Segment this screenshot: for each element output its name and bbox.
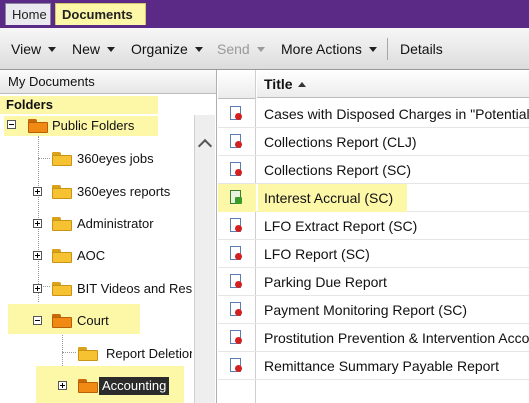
title-column-header[interactable]: Title bbox=[257, 70, 529, 98]
collapse-icon[interactable] bbox=[7, 120, 16, 129]
tree-node-report-deletion[interactable]: Report Deletion bbox=[0, 343, 192, 365]
document-list: Title Cases with Disposed Charges in "Po… bbox=[218, 70, 529, 403]
tree-node-label: Report Deletion bbox=[106, 346, 192, 361]
report-icon bbox=[230, 106, 243, 121]
toolbar-divider bbox=[387, 38, 388, 60]
chevron-down-icon bbox=[368, 47, 377, 52]
tree-node-label: Public Folders bbox=[52, 118, 135, 133]
document-row[interactable]: Collections Report (CLJ) bbox=[218, 128, 529, 156]
document-row[interactable]: LFO Extract Report (SC) bbox=[218, 212, 529, 240]
folder-icon bbox=[52, 217, 72, 231]
folders-header[interactable]: Folders bbox=[0, 96, 158, 114]
expand-icon[interactable] bbox=[33, 251, 42, 260]
tab-home[interactable]: Home bbox=[5, 3, 51, 25]
document-title[interactable]: Collections Report (CLJ) bbox=[264, 128, 417, 156]
document-title[interactable]: Cases with Disposed Charges in "Potentia… bbox=[264, 100, 529, 128]
report-icon bbox=[230, 162, 243, 177]
chevron-down-icon bbox=[256, 47, 265, 52]
report-icon bbox=[230, 302, 243, 317]
document-title[interactable]: Interest Accrual (SC) bbox=[258, 184, 408, 212]
folder-icon bbox=[52, 185, 72, 199]
scroll-up-icon[interactable] bbox=[198, 137, 210, 147]
tree-node-360eyes-jobs[interactable]: 360eyes jobs bbox=[0, 148, 192, 170]
folder-open-icon bbox=[78, 379, 98, 393]
new-label: New bbox=[72, 41, 101, 57]
tree-scrollbar[interactable] bbox=[194, 115, 215, 403]
folder-icon bbox=[78, 347, 98, 361]
report-icon bbox=[230, 190, 243, 205]
document-row[interactable]: Interest Accrual (SC) bbox=[218, 184, 529, 212]
title-header-label: Title bbox=[264, 76, 293, 92]
chevron-down-icon bbox=[107, 47, 116, 52]
document-row[interactable]: Collections Report (SC) bbox=[218, 156, 529, 184]
tree-node-accounting[interactable]: Accounting bbox=[0, 375, 192, 397]
tab-bar: Home Documents bbox=[0, 0, 529, 28]
expand-icon[interactable] bbox=[58, 381, 67, 390]
tree-node-label: AOC bbox=[77, 248, 106, 263]
document-title[interactable]: Remittance Summary Payable Report bbox=[264, 352, 499, 380]
more-actions-label: More Actions bbox=[281, 41, 362, 57]
folder-icon bbox=[52, 152, 72, 166]
tree-node-court[interactable]: Court bbox=[0, 310, 192, 332]
tree-node-label: 360eyes reports bbox=[77, 184, 171, 199]
document-title[interactable]: LFO Report (SC) bbox=[264, 240, 370, 268]
view-menu-button[interactable]: View bbox=[11, 41, 57, 57]
report-icon bbox=[230, 134, 243, 149]
collapse-icon[interactable] bbox=[33, 316, 42, 325]
chevron-down-icon bbox=[48, 47, 57, 52]
folder-open-icon bbox=[28, 119, 48, 133]
document-title[interactable]: Collections Report (SC) bbox=[264, 156, 411, 184]
document-row[interactable]: Payment Monitoring Report (SC) bbox=[218, 296, 529, 324]
tree-node-label: Court bbox=[77, 313, 109, 328]
tree-node-label: 360eyes jobs bbox=[77, 151, 154, 166]
more-actions-menu-button[interactable]: More Actions bbox=[281, 41, 377, 57]
tree-node-360eyes-reports[interactable]: 360eyes reports bbox=[0, 181, 192, 203]
tab-documents[interactable]: Documents bbox=[55, 3, 146, 25]
report-icon bbox=[230, 330, 243, 345]
expand-icon[interactable] bbox=[33, 187, 42, 196]
toolbar: View New Organize Send More Actions Deta… bbox=[0, 28, 529, 70]
tree-node-label: BIT Videos and Reso bbox=[77, 281, 192, 296]
details-button[interactable]: Details bbox=[400, 41, 443, 57]
organize-menu-button[interactable]: Organize bbox=[131, 41, 203, 57]
tree-node-label: Accounting bbox=[99, 377, 170, 395]
my-documents-header[interactable]: My Documents bbox=[0, 70, 216, 94]
folder-icon bbox=[52, 282, 72, 296]
document-title[interactable]: Parking Due Report bbox=[264, 268, 387, 296]
folder-pane: My Documents Folders Public Folders 360e… bbox=[0, 70, 217, 403]
tree-node-public-folders[interactable]: Public Folders bbox=[4, 115, 164, 137]
report-icon bbox=[230, 246, 243, 261]
document-row[interactable]: Prostitution Prevention & Intervention A… bbox=[218, 324, 529, 352]
view-label: View bbox=[11, 41, 42, 57]
document-row[interactable]: Parking Due Report bbox=[218, 268, 529, 296]
report-icon bbox=[230, 358, 243, 373]
chevron-down-icon bbox=[194, 47, 203, 52]
report-icon bbox=[230, 218, 243, 233]
report-icon bbox=[230, 274, 243, 289]
tree-node-administrator[interactable]: Administrator bbox=[0, 213, 192, 235]
organize-label: Organize bbox=[131, 41, 188, 57]
document-row[interactable]: Remittance Summary Payable Report bbox=[218, 352, 529, 380]
folder-open-icon bbox=[52, 314, 72, 328]
expand-icon[interactable] bbox=[33, 284, 42, 293]
tree-node-label: Administrator bbox=[77, 216, 154, 231]
document-row[interactable]: Cases with Disposed Charges in "Potentia… bbox=[218, 100, 529, 128]
document-title[interactable]: LFO Extract Report (SC) bbox=[264, 212, 417, 240]
sort-ascending-icon bbox=[297, 82, 306, 87]
document-title[interactable]: Payment Monitoring Report (SC) bbox=[264, 296, 467, 324]
expand-icon[interactable] bbox=[33, 219, 42, 228]
send-label: Send bbox=[217, 41, 250, 57]
new-menu-button[interactable]: New bbox=[72, 41, 116, 57]
tree-node-aoc[interactable]: AOC bbox=[0, 245, 192, 267]
send-menu-button[interactable]: Send bbox=[217, 41, 265, 57]
document-title[interactable]: Prostitution Prevention & Intervention A… bbox=[264, 324, 529, 352]
tree-node-bit-videos[interactable]: BIT Videos and Reso bbox=[0, 278, 192, 300]
document-row[interactable]: LFO Report (SC) bbox=[218, 240, 529, 268]
folder-icon bbox=[52, 249, 72, 263]
